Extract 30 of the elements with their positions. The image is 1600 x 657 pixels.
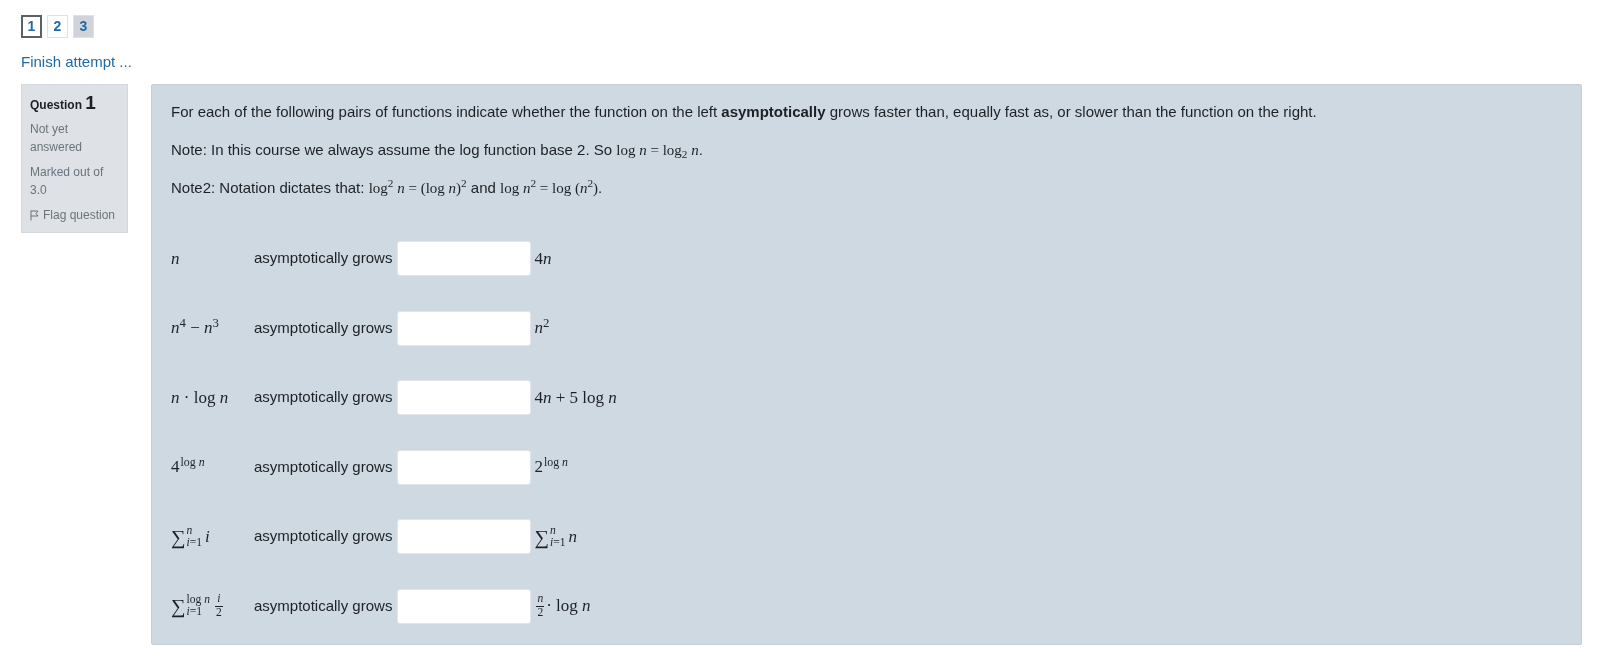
answer-field[interactable] [397,241,532,276]
prompt-text: asymptotically grows [254,317,393,338]
math-expression: n · log n [171,386,229,409]
question-text: Note2: Notation dictates that: log$^{2}$ n = (log n)$^{2}$ and log n$^{2}$ = log (n$^{2}$). [171,177,604,198]
question-heading: Question 1 [30,94,97,114]
answer-field[interactable] [397,519,532,554]
prompt-text: asymptotically grows [254,456,393,477]
math-expression: n [171,247,180,270]
prompt-text: asymptotically grows [254,387,393,408]
answer-field[interactable] [397,449,532,485]
status-text: Not yet answered [30,121,84,156]
page-button[interactable]: 3 [73,15,94,38]
math-expression: 4n + 5 log n [534,386,617,409]
page-button[interactable]: 1 [21,15,42,38]
question-text: For each of the following pairs of functions indicate whether the function on the left asymptotically grows faster than, equally fast as, or slower than the function on the right. [171,102,1318,122]
finish-attempt-link[interactable]: Finish attempt ... [21,52,132,72]
flag-icon [30,209,39,221]
prompt-text: asymptotically grows [254,526,393,547]
answer-field[interactable] [397,310,532,346]
prompt-text: asymptotically grows [254,595,393,616]
question-text: Note: In this course we always assume the log function base 2. So log n = log$_{2}$ n. [171,140,704,161]
marks-text: Marked out of 3.0 [30,164,105,199]
page-button[interactable]: 2 [47,15,68,38]
answer-field[interactable] [397,380,532,415]
math-expression: n$^{4}$ − n$^{3}$ [171,315,219,340]
math-expression: n$^{2}$ [534,315,550,340]
answer-field[interactable] [397,588,532,624]
prompt-text: asymptotically grows [254,248,393,269]
math-expression: 4n [534,247,552,270]
flag-question-link[interactable]: Flag question [30,206,116,224]
